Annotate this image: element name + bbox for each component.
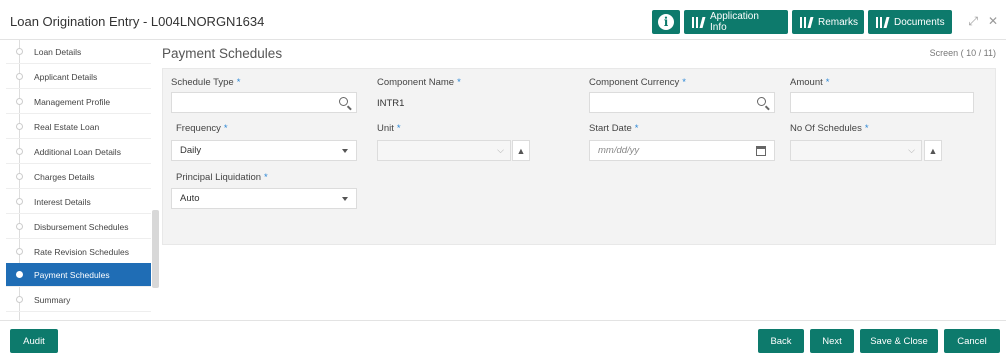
library-icon bbox=[800, 16, 814, 28]
step-dot-icon bbox=[16, 223, 23, 230]
cancel-button[interactable]: Cancel bbox=[944, 329, 1000, 353]
window-controls: ⤢ ✕ bbox=[968, 14, 998, 29]
sidebar-item-applicant-details[interactable]: Applicant Details bbox=[6, 65, 151, 89]
frequency-select[interactable]: Daily bbox=[171, 140, 357, 161]
sidebar-item-rate-revision-schedules[interactable]: Rate Revision Schedules bbox=[6, 240, 151, 264]
screen-counter: Screen ( 10 / 11) bbox=[929, 48, 996, 58]
sidebar-item-loan-details[interactable]: Loan Details bbox=[6, 40, 151, 64]
sidebar-item-additional-loan-details[interactable]: Additional Loan Details bbox=[6, 140, 151, 164]
next-button[interactable]: Next bbox=[810, 329, 854, 353]
sidebar-item-payment-schedules[interactable]: Payment Schedules bbox=[6, 263, 151, 287]
step-dot-icon bbox=[16, 173, 23, 180]
no-of-schedules-select[interactable]: ⌵ bbox=[790, 140, 922, 161]
remarks-button[interactable]: Remarks bbox=[792, 10, 864, 34]
unit-select[interactable]: ⌵ bbox=[377, 140, 511, 161]
library-icon bbox=[692, 16, 706, 28]
sidebar-item-label: Rate Revision Schedules bbox=[34, 246, 129, 257]
header: Loan Origination Entry - L004LNORGN1634 … bbox=[0, 0, 1006, 40]
start-date-input[interactable]: mm/dd/yy bbox=[589, 140, 775, 161]
principal-liquidation-label: Principal Liquidation * bbox=[176, 172, 268, 183]
header-actions: i Application Info Remarks Documents bbox=[652, 10, 952, 34]
audit-button[interactable]: Audit bbox=[10, 329, 58, 353]
sidebar-scrollbar[interactable] bbox=[152, 210, 159, 288]
schedule-type-input[interactable] bbox=[171, 92, 357, 113]
component-name-label: Component Name * bbox=[377, 77, 461, 88]
step-dot-icon bbox=[16, 148, 23, 155]
application-info-label: Application Info bbox=[710, 11, 759, 33]
start-date-label: Start Date * bbox=[589, 123, 639, 134]
sidebar-item-label: Additional Loan Details bbox=[34, 146, 121, 157]
expand-icon[interactable]: ⤢ bbox=[968, 14, 978, 29]
amount-label: Amount * bbox=[790, 77, 830, 88]
principal-liquidation-select[interactable]: Auto bbox=[171, 188, 357, 209]
window-title: Loan Origination Entry - L004LNORGN1634 bbox=[10, 14, 265, 29]
sidebar: Loan Details Applicant Details Managemen… bbox=[0, 40, 152, 320]
documents-label: Documents bbox=[894, 16, 945, 28]
page-title: Payment Schedules bbox=[162, 46, 283, 61]
step-dot-icon bbox=[16, 98, 23, 105]
component-currency-label: Component Currency * bbox=[589, 77, 686, 88]
step-dot-icon bbox=[16, 48, 23, 55]
sidebar-item-real-estate-loan[interactable]: Real Estate Loan bbox=[6, 115, 151, 139]
remarks-label: Remarks bbox=[818, 16, 859, 28]
search-icon[interactable] bbox=[339, 97, 348, 106]
close-icon[interactable]: ✕ bbox=[988, 14, 998, 29]
no-of-schedules-up-button[interactable]: ▲ bbox=[924, 140, 942, 161]
chevron-up-icon: ▲ bbox=[516, 145, 526, 156]
footer: Audit Back Next Save & Close Cancel bbox=[0, 320, 1006, 356]
back-button[interactable]: Back bbox=[758, 329, 804, 353]
chevron-down-icon: ⌵ bbox=[908, 145, 915, 155]
application-info-button[interactable]: Application Info bbox=[684, 10, 788, 34]
chevron-up-icon: ▲ bbox=[928, 145, 938, 156]
step-dot-icon bbox=[16, 73, 23, 80]
sidebar-item-summary[interactable]: Summary bbox=[6, 288, 151, 312]
sidebar-item-label: Summary bbox=[34, 294, 71, 305]
chevron-down-icon: ⌵ bbox=[497, 145, 504, 155]
sidebar-item-label: Applicant Details bbox=[34, 71, 98, 82]
step-dot-icon bbox=[16, 248, 23, 255]
sidebar-item-label: Management Profile bbox=[34, 96, 111, 107]
dropdown-caret-icon bbox=[342, 149, 348, 153]
calendar-icon[interactable] bbox=[756, 146, 766, 156]
sidebar-item-label: Real Estate Loan bbox=[34, 121, 100, 132]
sidebar-item-label: Interest Details bbox=[34, 196, 91, 207]
frequency-label: Frequency * bbox=[176, 123, 228, 134]
sidebar-item-management-profile[interactable]: Management Profile bbox=[6, 90, 151, 114]
unit-label: Unit * bbox=[377, 123, 401, 134]
sidebar-item-label: Disbursement Schedules bbox=[34, 221, 129, 232]
sidebar-item-label: Loan Details bbox=[34, 46, 82, 57]
component-currency-input[interactable] bbox=[589, 92, 775, 113]
search-icon[interactable] bbox=[757, 97, 766, 106]
sidebar-item-label: Charges Details bbox=[34, 171, 95, 182]
unit-up-button[interactable]: ▲ bbox=[512, 140, 530, 161]
save-close-button[interactable]: Save & Close bbox=[860, 329, 938, 353]
sidebar-item-disbursement-schedules[interactable]: Disbursement Schedules bbox=[6, 215, 151, 239]
documents-button[interactable]: Documents bbox=[868, 10, 952, 34]
sidebar-item-label: Payment Schedules bbox=[34, 269, 110, 280]
no-of-schedules-label: No Of Schedules * bbox=[790, 123, 869, 134]
component-name-value: INTR1 bbox=[377, 98, 405, 109]
sidebar-item-charges-details[interactable]: Charges Details bbox=[6, 165, 151, 189]
step-dot-icon bbox=[16, 123, 23, 130]
sidebar-item-interest-details[interactable]: Interest Details bbox=[6, 190, 151, 214]
step-dot-icon bbox=[16, 296, 23, 303]
step-dot-icon bbox=[16, 271, 23, 278]
library-icon bbox=[876, 16, 890, 28]
info-icon: i bbox=[658, 14, 674, 30]
info-button[interactable]: i bbox=[652, 10, 680, 34]
app-window: Loan Origination Entry - L004LNORGN1634 … bbox=[0, 0, 1006, 356]
schedule-type-label: Schedule Type * bbox=[171, 77, 241, 88]
dropdown-caret-icon bbox=[342, 197, 348, 201]
step-dot-icon bbox=[16, 198, 23, 205]
amount-input[interactable] bbox=[790, 92, 974, 113]
